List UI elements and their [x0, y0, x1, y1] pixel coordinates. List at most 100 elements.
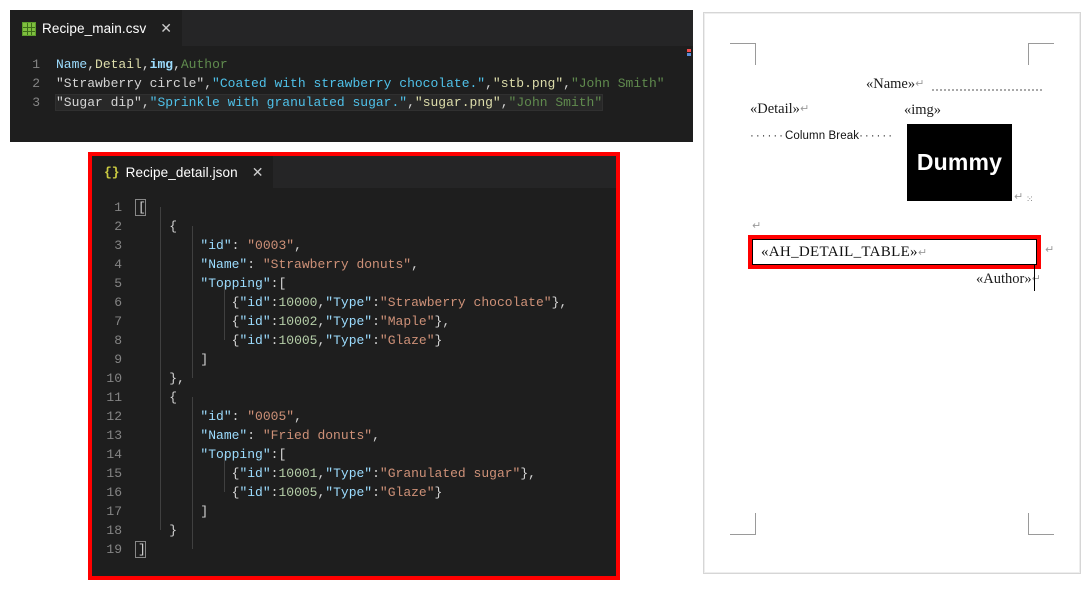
line-number: 5 — [114, 276, 122, 291]
token-punct: , — [411, 257, 419, 272]
code-line: 19] — [92, 540, 616, 559]
token-punct: }, — [551, 295, 568, 310]
bracket-match-close — [135, 541, 146, 558]
token-punct: { — [169, 219, 178, 234]
code-line: 11 { — [92, 388, 616, 407]
line-content: {"id":10000,"Type":"Strawberry chocolate… — [136, 293, 568, 312]
detail-table-field-box[interactable]: «AH_DETAIL_TABLE» ↵ — [748, 235, 1041, 269]
token-key: "Type" — [325, 466, 373, 481]
code-line: 3 "id": "0003", — [92, 236, 616, 255]
close-icon[interactable]: ✕ — [252, 166, 264, 180]
close-icon[interactable]: ✕ — [160, 22, 172, 36]
token-num: 10000 — [278, 295, 318, 310]
line-number: 1 — [114, 200, 122, 215]
image-placeholder-dummy[interactable]: Dummy — [907, 124, 1012, 201]
csv-editor-window: Recipe_main.csv ✕ 1 Name,Detail,img,Auth… — [10, 10, 693, 142]
token-punct: : — [372, 466, 380, 481]
pilcrow-icon: ↵ — [1031, 272, 1041, 285]
code-line: 13 "Name": "Fried donuts", — [92, 426, 616, 445]
crop-mark-bottom-right — [1028, 513, 1054, 535]
code-line: 15 {"id":10001,"Type":"Granulated sugar"… — [92, 464, 616, 483]
comma: , — [173, 57, 181, 72]
column-break-label: Column Break — [784, 130, 860, 142]
merge-field-name[interactable]: «Name»↵ — [866, 76, 924, 93]
line-number: 14 — [106, 447, 122, 462]
json-editor-tabbar: {} Recipe_detail.json ✕ — [92, 156, 616, 188]
token-punct: ] — [200, 352, 209, 367]
token-key: "id" — [239, 485, 271, 500]
token-num: 10002 — [278, 314, 318, 329]
column-break-dots-right: ······ — [859, 130, 895, 142]
merge-field-name-label: «Name» — [866, 76, 916, 92]
line-content: ] — [136, 502, 208, 521]
token-key: "id" — [239, 466, 271, 481]
csv-header-name: Name — [56, 57, 88, 72]
line-content: {"id":10001,"Type":"Granulated sugar"}, — [136, 464, 536, 483]
line-content: {"id":10005,"Type":"Glaze"} — [136, 331, 443, 350]
token-key: "Topping" — [200, 276, 271, 291]
crop-mark-bottom-left — [730, 513, 756, 535]
token-key: "Name" — [200, 257, 248, 272]
document-text-cursor — [1034, 265, 1035, 291]
token-key: "id" — [239, 295, 271, 310]
line-number: 8 — [114, 333, 122, 348]
token-str: "Glaze" — [379, 485, 435, 500]
code-line: 17 ] — [92, 502, 616, 521]
line-number: 12 — [106, 409, 122, 424]
line-number: 10 — [106, 371, 122, 386]
code-line: 12 "id": "0005", — [92, 407, 616, 426]
line-number: 13 — [106, 428, 122, 443]
csv-header-detail: Detail — [95, 57, 142, 72]
comma: , — [141, 95, 150, 110]
merge-field-detail[interactable]: «Detail»↵ — [750, 101, 809, 118]
tab-recipe-main-csv[interactable]: Recipe_main.csv ✕ — [10, 10, 183, 46]
screenshot-root: Recipe_main.csv ✕ 1 Name,Detail,img,Auth… — [0, 0, 1092, 590]
column-break-dots-left: ······ — [750, 130, 785, 142]
token-key: "Topping" — [200, 447, 271, 462]
name-dotted-rule — [932, 89, 1042, 91]
token-str: "Glaze" — [379, 333, 435, 348]
token-key: "Type" — [325, 314, 373, 329]
column-break-marker: ······Column Break······ — [750, 130, 894, 142]
token-num: 10005 — [278, 485, 318, 500]
token-num: 10001 — [278, 466, 318, 481]
line-content: } — [136, 521, 177, 540]
line-content: "Name": "Fried donuts", — [136, 426, 380, 445]
line-number: 17 — [106, 504, 122, 519]
merge-field-img[interactable]: «img» — [904, 102, 941, 119]
document-preview-panel[interactable]: «Name»↵ «Detail»↵ «img» ······Column Bre… — [703, 12, 1081, 574]
json-code-area[interactable]: 1[2 {3 "id": "0003", 4 "Name": "Strawberr… — [92, 188, 616, 572]
token-punct: } — [434, 333, 443, 348]
token-punct: : — [372, 485, 380, 500]
token-str: "Granulated sugar" — [379, 466, 521, 481]
token-str: "Strawberry chocolate" — [379, 295, 552, 310]
overview-ruler[interactable] — [682, 49, 692, 61]
token-key: "id" — [200, 409, 232, 424]
merge-field-author[interactable]: «Author»↵ — [976, 271, 1041, 288]
line-number: 19 — [106, 542, 122, 557]
token-punct: , — [372, 428, 380, 443]
csv-cell-detail: "Sprinkle with granulated sugar." — [149, 95, 408, 110]
code-line: 7 {"id":10002,"Type":"Maple"}, — [92, 312, 616, 331]
csv-cell-name: "Sugar dip" — [56, 95, 142, 110]
token-punct: : — [372, 333, 380, 348]
pilcrow-icon: ↵ — [917, 245, 928, 259]
token-str: "Fried donuts" — [262, 428, 373, 443]
token-punct: } — [434, 485, 443, 500]
line-content: {"id":10002,"Type":"Maple"}, — [136, 312, 451, 331]
indent-guide — [224, 283, 225, 340]
code-line: 14 "Topping":[ — [92, 445, 616, 464]
token-punct: }, — [520, 466, 536, 481]
token-punct: : — [247, 257, 263, 272]
csv-cell-img: "sugar.png" — [414, 95, 501, 110]
csv-code-area[interactable]: 1 Name,Detail,img,Author 2 "Strawberry c… — [10, 46, 693, 142]
token-str: "Strawberry donuts" — [262, 257, 412, 272]
csv-cell-author: "John Smith" — [508, 95, 603, 110]
line-content: { — [136, 217, 177, 236]
tab-recipe-detail-json[interactable]: {} Recipe_detail.json ✕ — [92, 156, 274, 188]
token-punct: , — [294, 409, 302, 424]
comma: , — [500, 95, 509, 110]
csv-cell-detail: "Coated with strawberry chocolate." — [212, 76, 486, 91]
line-content: "Sugar dip","Sprinkle with granulated su… — [54, 93, 604, 112]
token-punct: : — [247, 428, 263, 443]
